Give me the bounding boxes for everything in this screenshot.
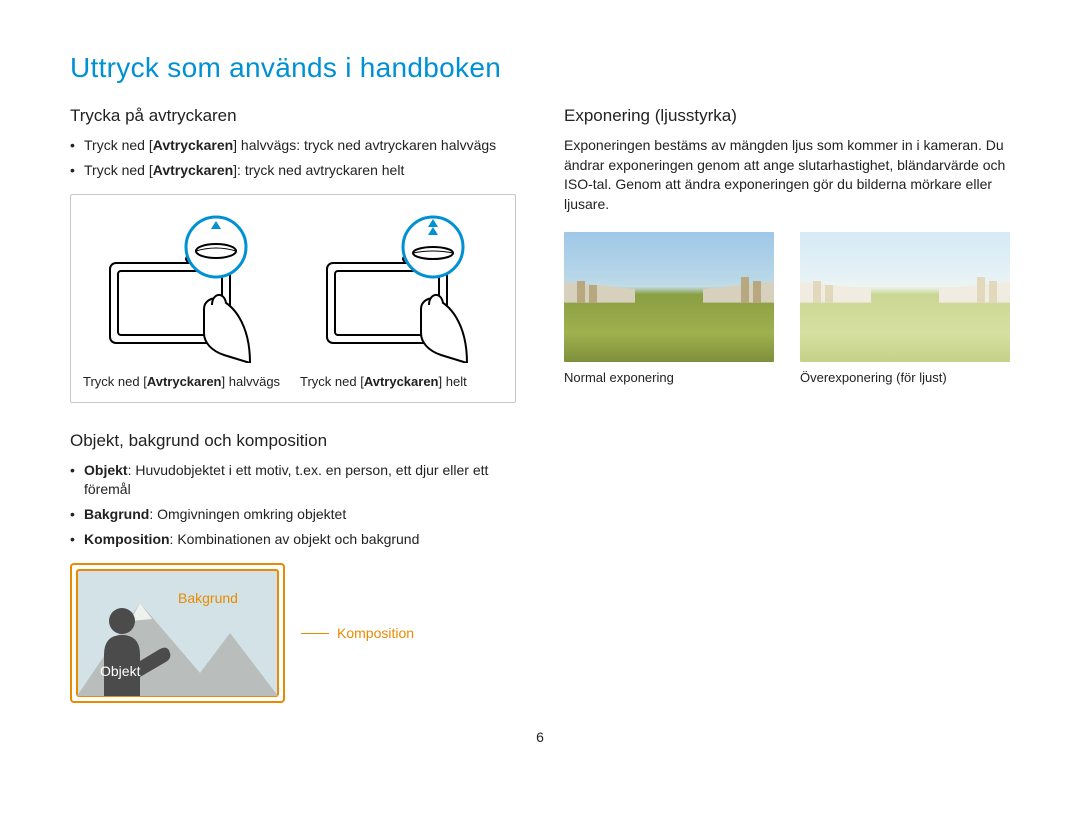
- left-column: Trycka på avtryckaren Tryck ned [Avtryck…: [70, 106, 516, 703]
- camera-full-press-icon: [317, 213, 487, 363]
- exposure-paragraph: Exponeringen bestäms av mängden ljus som…: [564, 136, 1010, 214]
- composition-diagram: Bakgrund Objekt Komposition: [70, 563, 516, 703]
- shutter-diagram-half: Tryck ned [Avtryckaren] halvvägs: [83, 213, 286, 391]
- exposure-heading: Exponering (ljusstyrka): [564, 106, 1010, 126]
- shutter-caption-half: Tryck ned [Avtryckaren] halvvägs: [83, 373, 280, 391]
- obj-heading: Objekt, bakgrund och komposition: [70, 431, 516, 451]
- obj-bullet-3: Komposition: Kombinationen av objekt och…: [70, 530, 516, 549]
- caption-over: Överexponering (för ljust): [800, 370, 1010, 385]
- photo-normal-exposure: [564, 232, 774, 362]
- page-title: Uttryck som används i handboken: [70, 52, 1010, 84]
- shutter-caption-full: Tryck ned [Avtryckaren] helt: [300, 373, 467, 391]
- komposition-label: Komposition: [301, 625, 414, 641]
- composition-icon: Bakgrund Objekt: [70, 563, 285, 703]
- caption-normal: Normal exponering: [564, 370, 774, 385]
- shutter-bullet-1: Tryck ned [Avtryckaren] halvvägs: tryck …: [70, 136, 516, 155]
- shutter-diagram-box: Tryck ned [Avtryckaren] halvvägs: [70, 194, 516, 404]
- camera-half-press-icon: [100, 213, 270, 363]
- photo-over-exposure: [800, 232, 1010, 362]
- objekt-label: Objekt: [100, 663, 141, 679]
- page-number: 6: [70, 729, 1010, 745]
- obj-bullet-2: Bakgrund: Omgivningen omkring objektet: [70, 505, 516, 524]
- shutter-diagram-full: Tryck ned [Avtryckaren] helt: [300, 213, 503, 391]
- shutter-heading: Trycka på avtryckaren: [70, 106, 516, 126]
- obj-bullet-1: Objekt: Huvudobjektet i ett motiv, t.ex.…: [70, 461, 516, 499]
- bakgrund-label: Bakgrund: [178, 590, 238, 606]
- right-column: Exponering (ljusstyrka) Exponeringen bes…: [564, 106, 1010, 703]
- shutter-bullet-2: Tryck ned [Avtryckaren]: tryck ned avtry…: [70, 161, 516, 180]
